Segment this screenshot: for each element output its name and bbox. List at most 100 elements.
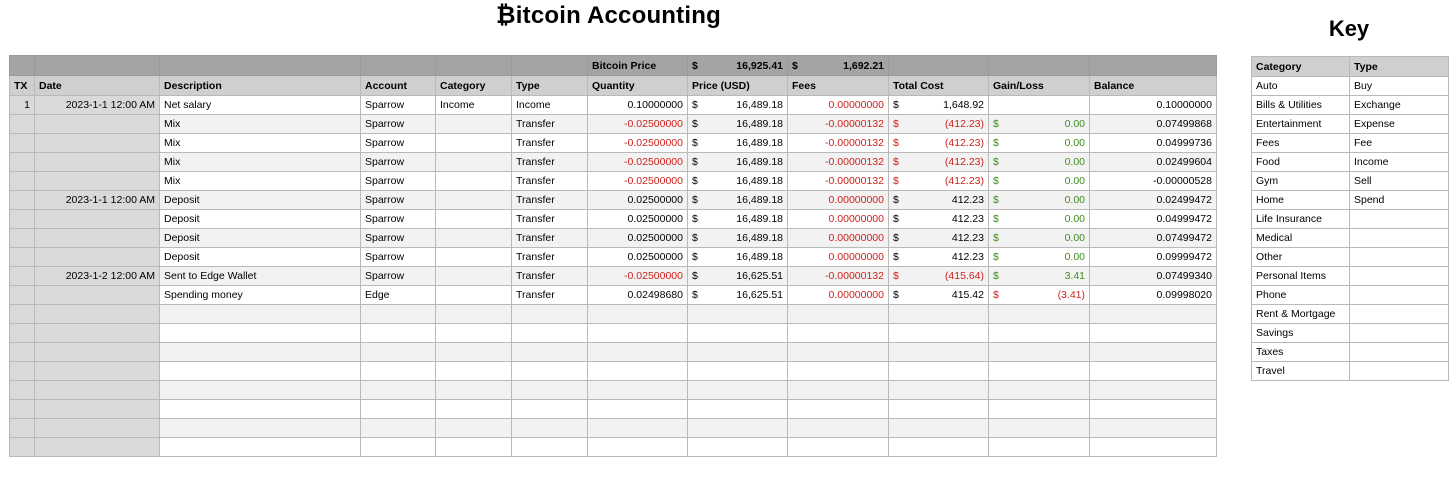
empty-cell[interactable] xyxy=(360,418,436,438)
fees-cell[interactable]: 0.00000000 xyxy=(787,209,889,229)
key-type-cell[interactable] xyxy=(1349,228,1449,248)
empty-cell[interactable] xyxy=(511,437,588,457)
tx-cell[interactable] xyxy=(9,190,35,210)
empty-cell[interactable] xyxy=(787,342,889,362)
empty-cell[interactable] xyxy=(360,361,436,381)
empty-cell[interactable] xyxy=(159,304,361,324)
price-cell[interactable]: $16,625.51 xyxy=(687,285,788,305)
empty-cell[interactable] xyxy=(9,399,35,419)
balance-cell[interactable]: -0.00000528 xyxy=(1089,171,1217,191)
description-cell[interactable]: Mix xyxy=(159,133,361,153)
col-header-fees[interactable]: Fees xyxy=(787,75,889,96)
empty-cell[interactable] xyxy=(1089,323,1217,343)
key-header-category[interactable]: Category xyxy=(1251,56,1350,77)
fees-cell[interactable]: -0.00000132 xyxy=(787,152,889,172)
balance-cell[interactable]: 0.09999472 xyxy=(1089,247,1217,267)
price-cell[interactable]: $16,489.18 xyxy=(687,190,788,210)
key-type-cell[interactable] xyxy=(1349,209,1449,229)
col-header-description[interactable]: Description xyxy=(159,75,361,96)
empty-cell[interactable] xyxy=(587,342,688,362)
empty-cell[interactable] xyxy=(1089,304,1217,324)
empty-cell[interactable] xyxy=(34,380,160,400)
empty-cell[interactable] xyxy=(34,418,160,438)
price-cell[interactable]: $16,489.18 xyxy=(687,114,788,134)
description-cell[interactable]: Sent to Edge Wallet xyxy=(159,266,361,286)
category-cell[interactable] xyxy=(435,152,512,172)
empty-cell[interactable] xyxy=(687,437,788,457)
category-cell[interactable] xyxy=(435,266,512,286)
type-cell[interactable]: Transfer xyxy=(511,152,588,172)
balance-cell[interactable]: 0.07499340 xyxy=(1089,266,1217,286)
fees-cell[interactable]: 0.00000000 xyxy=(787,247,889,267)
empty-cell[interactable] xyxy=(587,304,688,324)
quantity-cell[interactable]: 0.02500000 xyxy=(587,190,688,210)
empty-cell[interactable] xyxy=(511,380,588,400)
key-category-cell[interactable]: Personal Items xyxy=(1251,266,1350,286)
account-cell[interactable]: Sparrow xyxy=(360,152,436,172)
key-type-cell[interactable]: Exchange xyxy=(1349,95,1449,115)
gain-loss-cell[interactable]: $0.00 xyxy=(988,171,1090,191)
empty-cell[interactable] xyxy=(34,304,160,324)
empty-cell[interactable] xyxy=(360,437,436,457)
col-header-balance[interactable]: Balance xyxy=(1089,75,1217,96)
description-cell[interactable]: Mix xyxy=(159,152,361,172)
category-cell[interactable]: Income xyxy=(435,95,512,115)
price-cell[interactable]: $16,489.18 xyxy=(687,95,788,115)
tx-cell[interactable] xyxy=(9,285,35,305)
key-type-cell[interactable]: Buy xyxy=(1349,76,1449,96)
empty-cell[interactable] xyxy=(1089,418,1217,438)
gain-loss-cell[interactable]: $0.00 xyxy=(988,133,1090,153)
col-header-account[interactable]: Account xyxy=(360,75,436,96)
key-category-cell[interactable]: Medical xyxy=(1251,228,1350,248)
empty-cell[interactable] xyxy=(435,304,512,324)
fees-cell[interactable]: -0.00000132 xyxy=(787,171,889,191)
empty-cell[interactable] xyxy=(687,323,788,343)
empty-cell[interactable] xyxy=(435,323,512,343)
type-cell[interactable]: Transfer xyxy=(511,133,588,153)
key-category-cell[interactable]: Other xyxy=(1251,247,1350,267)
empty-cell[interactable] xyxy=(687,380,788,400)
tx-cell[interactable] xyxy=(9,228,35,248)
empty-cell[interactable] xyxy=(9,304,35,324)
fees-cell[interactable]: -0.00000132 xyxy=(787,133,889,153)
empty-cell[interactable] xyxy=(1089,361,1217,381)
empty-cell[interactable] xyxy=(159,399,361,419)
empty-cell[interactable] xyxy=(360,323,436,343)
quantity-cell[interactable]: -0.02500000 xyxy=(587,152,688,172)
gain-loss-cell[interactable]: $3.41 xyxy=(988,266,1090,286)
account-cell[interactable]: Sparrow xyxy=(360,247,436,267)
balance-cell[interactable]: 0.02499604 xyxy=(1089,152,1217,172)
account-cell[interactable]: Sparrow xyxy=(360,171,436,191)
key-type-cell[interactable] xyxy=(1349,323,1449,343)
empty-cell[interactable] xyxy=(511,361,588,381)
key-category-cell[interactable]: Rent & Mortgage xyxy=(1251,304,1350,324)
key-category-cell[interactable]: Phone xyxy=(1251,285,1350,305)
empty-cell[interactable] xyxy=(511,304,588,324)
empty-cell[interactable] xyxy=(9,437,35,457)
empty-cell[interactable] xyxy=(787,418,889,438)
empty-cell[interactable] xyxy=(587,437,688,457)
total-cost-cell[interactable]: $ (415.64) xyxy=(888,266,989,286)
balance-cell[interactable]: 0.07499868 xyxy=(1089,114,1217,134)
empty-cell[interactable] xyxy=(34,342,160,362)
empty-cell[interactable] xyxy=(587,323,688,343)
empty-cell[interactable] xyxy=(687,361,788,381)
description-cell[interactable]: Deposit xyxy=(159,190,361,210)
description-cell[interactable]: Mix xyxy=(159,171,361,191)
key-category-cell[interactable]: Gym xyxy=(1251,171,1350,191)
key-header-type[interactable]: Type xyxy=(1349,56,1449,77)
key-type-cell[interactable] xyxy=(1349,247,1449,267)
total-cost-cell[interactable]: $ (412.23) xyxy=(888,114,989,134)
date-cell[interactable] xyxy=(34,171,160,191)
empty-cell[interactable] xyxy=(360,342,436,362)
empty-cell[interactable] xyxy=(360,304,436,324)
empty-cell[interactable] xyxy=(687,399,788,419)
bitcoin-price-cell[interactable]: $16,925.41 xyxy=(687,55,788,76)
empty-cell[interactable] xyxy=(360,399,436,419)
total-cost-cell[interactable]: $412.23 xyxy=(888,190,989,210)
balance-cell[interactable]: 0.02499472 xyxy=(1089,190,1217,210)
date-cell[interactable] xyxy=(34,228,160,248)
account-cell[interactable]: Sparrow xyxy=(360,95,436,115)
total-cost-cell[interactable]: $1,648.92 xyxy=(888,95,989,115)
key-type-cell[interactable]: Spend xyxy=(1349,190,1449,210)
